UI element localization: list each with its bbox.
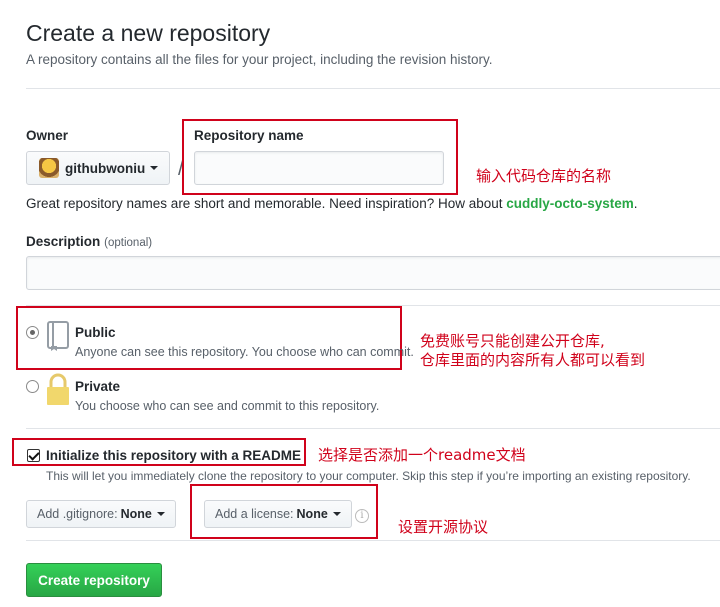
gitignore-prefix: Add .gitignore: — [37, 507, 118, 521]
readme-checkbox[interactable] — [27, 449, 40, 462]
repo-name-label: Repository name — [194, 128, 304, 143]
divider — [26, 540, 720, 541]
readme-label[interactable]: Initialize this repository with a README — [46, 448, 301, 463]
chevron-down-icon — [332, 512, 341, 516]
chevron-down-icon — [150, 166, 159, 170]
description-label-group: Description (optional) — [26, 233, 152, 249]
license-prefix: Add a license: — [215, 507, 294, 521]
description-input[interactable] — [26, 256, 720, 290]
repo-name-input[interactable] — [194, 151, 444, 185]
gitignore-value: None — [120, 507, 152, 521]
divider — [26, 428, 720, 429]
public-radio[interactable] — [26, 326, 39, 339]
public-description: Anyone can see this repository. You choo… — [75, 345, 414, 359]
readme-description: This will let you immediately clone the … — [46, 469, 691, 483]
chevron-down-icon — [156, 512, 165, 516]
info-icon[interactable]: i — [355, 509, 369, 523]
public-label[interactable]: Public — [75, 325, 116, 340]
repo-name-hint: Great repository names are short and mem… — [26, 196, 638, 211]
lock-icon — [47, 373, 69, 405]
description-optional: (optional) — [104, 237, 153, 249]
gitignore-select-button[interactable]: Add .gitignore: None — [26, 500, 176, 528]
license-select-button[interactable]: Add a license: None — [204, 500, 352, 528]
license-value: None — [296, 507, 328, 521]
annotation-public-line2: 仓库里面的内容所有人都可以看到 — [420, 351, 646, 369]
avatar — [39, 158, 59, 178]
owner-select-button[interactable]: githubwoniu — [26, 151, 170, 185]
description-label: Description — [26, 234, 101, 249]
annotation-repo-name: 输入代码仓库的名称 — [476, 167, 612, 185]
divider — [26, 88, 720, 89]
page-subtitle: A repository contains all the files for … — [26, 52, 493, 67]
private-label[interactable]: Private — [75, 379, 120, 394]
annotation-box-public — [16, 306, 402, 370]
create-repository-button[interactable]: Create repository — [26, 563, 162, 597]
annotation-license: 设置开源协议 — [398, 518, 489, 536]
page-title: Create a new repository — [26, 20, 271, 46]
annotation-readme: 选择是否添加一个readme文档 — [318, 446, 526, 464]
private-description: You choose who can see and commit to thi… — [75, 399, 380, 413]
repo-book-icon — [47, 321, 69, 351]
private-radio[interactable] — [26, 380, 39, 393]
suggested-name-link[interactable]: cuddly-octo-system — [506, 196, 634, 211]
owner-username: githubwoniu — [65, 160, 146, 176]
annotation-public-line1: 免费账号只能创建公开仓库, — [420, 332, 605, 350]
owner-label: Owner — [26, 128, 69, 143]
